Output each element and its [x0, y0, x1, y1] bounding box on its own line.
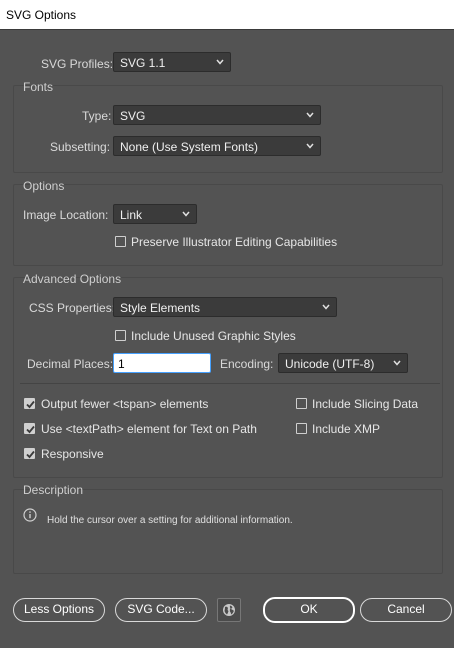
- responsive-label: Responsive: [41, 447, 104, 461]
- less-options-button[interactable]: Less Options: [13, 598, 105, 622]
- checkmark-icon: [26, 450, 35, 459]
- advanced-divider: [20, 383, 440, 384]
- svg-code-button[interactable]: SVG Code...: [115, 598, 207, 622]
- checkmark-icon: [26, 425, 35, 434]
- advanced-section-title: Advanced Options: [23, 272, 122, 286]
- use-textpath-label: Use <textPath> element for Text on Path: [41, 422, 257, 436]
- css-properties-label: CSS Properties:: [29, 301, 116, 315]
- options-section-title: Options: [23, 179, 65, 193]
- web-preview-button[interactable]: [217, 598, 241, 622]
- decimal-places-input[interactable]: 1: [113, 353, 211, 373]
- dialog-body: SVG Profiles: SVG 1.1 Fonts Type: SVG Su…: [0, 29, 454, 648]
- svg-profiles-value: SVG 1.1: [120, 56, 166, 70]
- decimal-places-value: 1: [118, 357, 125, 371]
- chevron-down-icon: [306, 112, 314, 118]
- svg-profiles-dropdown[interactable]: SVG 1.1: [113, 52, 231, 72]
- chevron-down-icon: [393, 360, 401, 366]
- image-location-dropdown[interactable]: Link: [113, 204, 197, 224]
- encoding-value: Unicode (UTF-8): [285, 357, 375, 371]
- svg-options-dialog: SVG Options SVG Profiles: SVG 1.1 Fonts …: [0, 0, 454, 648]
- encoding-label: Encoding:: [220, 357, 274, 371]
- font-type-label: Type:: [82, 109, 112, 123]
- window-title: SVG Options: [6, 8, 77, 22]
- info-icon: [23, 508, 37, 522]
- include-xmp-checkbox[interactable]: [296, 423, 307, 434]
- include-xmp-label: Include XMP: [312, 422, 381, 436]
- chevron-down-icon: [306, 143, 314, 149]
- globe-icon: [223, 604, 235, 616]
- include-slicing-data-label: Include Slicing Data: [312, 397, 419, 411]
- fonts-group: [13, 85, 443, 173]
- svg-profiles-label: SVG Profiles:: [41, 57, 114, 71]
- responsive-checkbox[interactable]: [24, 448, 35, 459]
- preserve-editing-checkbox[interactable]: [115, 236, 126, 247]
- chevron-down-icon: [182, 211, 190, 217]
- output-fewer-tspan-checkbox[interactable]: [24, 398, 35, 409]
- description-text: Hold the cursor over a setting for addit…: [47, 515, 293, 526]
- title-bar[interactable]: SVG Options: [0, 0, 454, 29]
- cancel-button[interactable]: Cancel: [360, 598, 452, 622]
- include-unused-styles-label: Include Unused Graphic Styles: [131, 329, 296, 343]
- include-unused-styles-checkbox[interactable]: [115, 330, 126, 341]
- options-group: [13, 184, 443, 266]
- checkmark-icon: [26, 400, 35, 409]
- description-group: [13, 489, 443, 574]
- decimal-places-label: Decimal Places:: [27, 357, 114, 371]
- preserve-editing-label: Preserve Illustrator Editing Capabilitie…: [131, 235, 338, 249]
- css-properties-dropdown[interactable]: Style Elements: [113, 297, 337, 317]
- chevron-down-icon: [322, 304, 330, 310]
- subsetting-dropdown[interactable]: None (Use System Fonts): [113, 136, 321, 156]
- include-slicing-data-checkbox[interactable]: [296, 398, 307, 409]
- use-textpath-checkbox[interactable]: [24, 423, 35, 434]
- css-properties-value: Style Elements: [120, 301, 201, 315]
- encoding-dropdown[interactable]: Unicode (UTF-8): [278, 353, 408, 373]
- output-fewer-tspan-label: Output fewer <tspan> elements: [41, 397, 209, 411]
- image-location-value: Link: [120, 208, 143, 222]
- font-type-value: SVG: [120, 109, 146, 123]
- ok-button[interactable]: OK: [263, 597, 355, 623]
- description-section-title: Description: [23, 483, 84, 497]
- font-type-dropdown[interactable]: SVG: [113, 105, 321, 125]
- subsetting-value: None (Use System Fonts): [120, 140, 259, 154]
- fonts-section-title: Fonts: [23, 80, 54, 94]
- subsetting-label: Subsetting:: [50, 140, 111, 154]
- chevron-down-icon: [216, 59, 224, 65]
- image-location-label: Image Location:: [23, 208, 109, 222]
